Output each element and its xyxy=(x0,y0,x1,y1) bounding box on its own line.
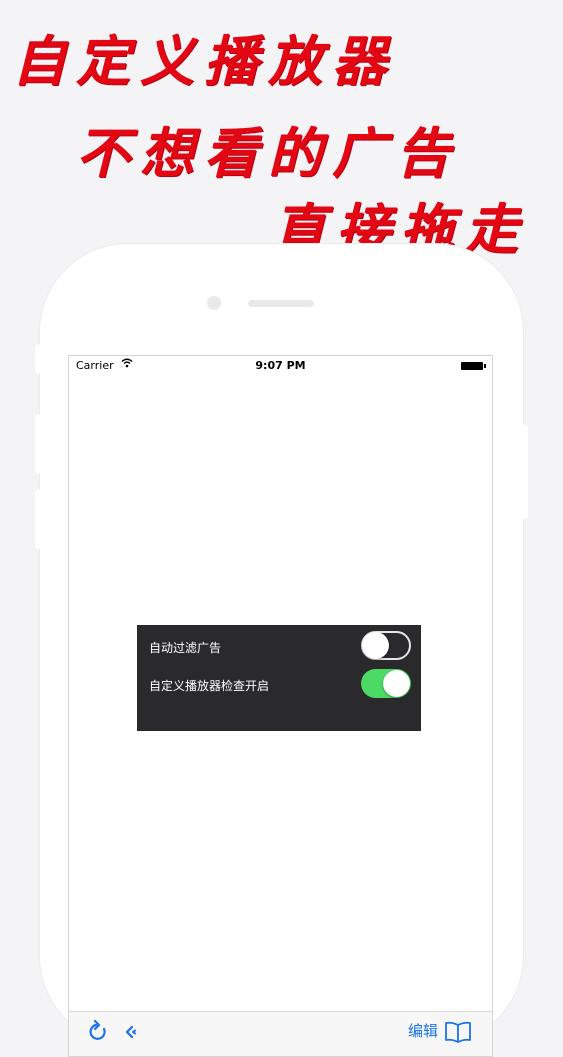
mute-switch xyxy=(35,344,41,374)
setting-label: 自动过滤广告 xyxy=(149,641,222,655)
battery-icon xyxy=(461,362,486,370)
auto-filter-ads-toggle[interactable] xyxy=(361,631,411,660)
phone-frame: Carrier 9:07 PM 自动过滤广告 自定义播放器检查开启 编辑 xyxy=(35,244,528,1057)
bookmarks-icon[interactable] xyxy=(444,1020,472,1044)
toggle-knob xyxy=(362,632,389,659)
toggle-knob xyxy=(383,670,410,697)
setting-label: 自定义播放器检查开启 xyxy=(149,679,270,693)
front-camera xyxy=(207,296,221,310)
status-bar: Carrier 9:07 PM xyxy=(69,356,492,376)
volume-down-button xyxy=(35,489,41,549)
volume-up-button xyxy=(35,414,41,474)
bottom-toolbar: 编辑 xyxy=(69,1011,492,1056)
status-time: 9:07 PM xyxy=(255,359,306,372)
earpiece-speaker xyxy=(248,300,314,307)
promo-line-1: 自定义播放器 xyxy=(12,29,396,93)
refresh-icon[interactable] xyxy=(87,1020,109,1044)
edit-button[interactable]: 编辑 xyxy=(408,1020,438,1041)
back-icon[interactable] xyxy=(123,1024,141,1040)
setting-row-custom-player-check: 自定义播放器检查开启 xyxy=(137,667,421,701)
settings-panel: 自动过滤广告 自定义播放器检查开启 xyxy=(137,625,421,731)
promo-line-2: 不想看的广告 xyxy=(76,121,460,185)
custom-player-check-toggle[interactable] xyxy=(361,669,411,698)
setting-row-auto-filter-ads: 自动过滤广告 xyxy=(137,629,421,663)
power-button xyxy=(522,424,528,519)
phone-screen: Carrier 9:07 PM 自动过滤广告 自定义播放器检查开启 编辑 xyxy=(68,355,493,1057)
